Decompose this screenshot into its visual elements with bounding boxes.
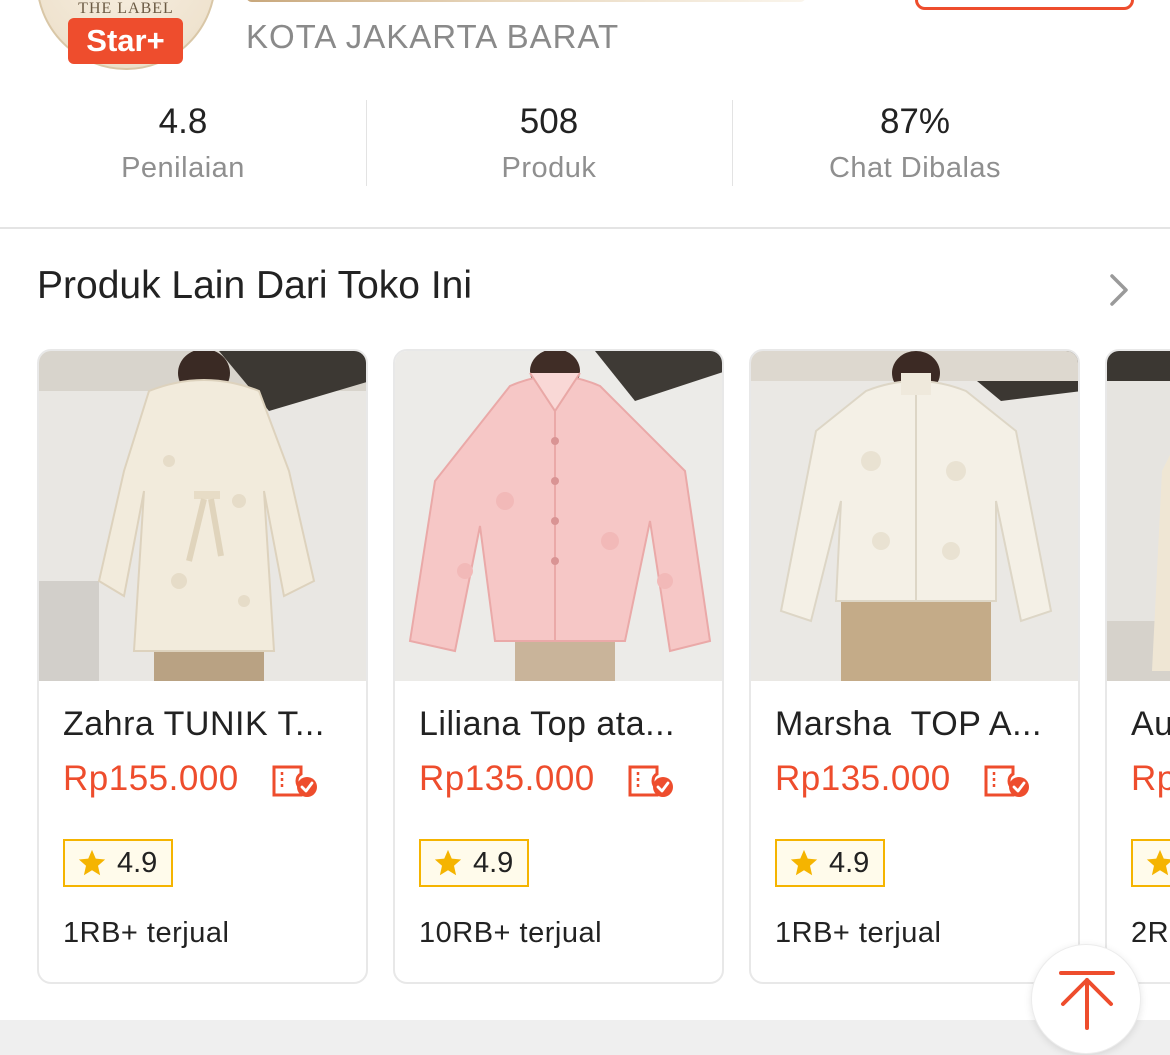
product-image[interactable] [751,351,1078,681]
rating-badge [1131,839,1170,887]
product-sold-count: 1RB+ terjual [775,917,942,949]
rating-value: 4.9 [117,846,158,879]
stat-products[interactable]: 508 Produk [366,100,732,186]
star-icon [78,849,106,876]
product-card[interactable]: Liliana Top ata... Rp135.000 4.9 10RB+ t… [393,349,724,984]
stat-value: 87% [879,102,951,141]
follow-button[interactable] [915,0,1134,10]
star-plus-badge: Star+ [68,18,183,64]
chevron-right-icon[interactable] [1104,272,1132,308]
product-title: Au [1131,705,1170,743]
product-price: Rp155.000 [63,759,239,798]
product-card[interactable]: Marsha TOP A... Rp135.000 4.9 1RB+ terju… [749,349,1080,984]
stat-value: 508 [519,102,579,141]
product-card[interactable]: Au Rp 2R [1105,349,1170,984]
product-sold-count: 10RB+ terjual [419,917,603,949]
stat-label: Penilaian [121,152,245,184]
product-title: Marsha TOP A... [775,705,1042,743]
product-title: Zahra TUNIK T... [63,705,325,743]
section-divider [0,227,1170,229]
product-image[interactable] [39,351,366,681]
rating-value: 4.9 [829,846,870,879]
star-icon [1146,849,1170,876]
shop-stats: 4.8 Penilaian 508 Produk 87% Chat Dibala… [0,100,1170,186]
product-price: Rp [1131,759,1170,798]
scroll-to-top-button[interactable] [1031,944,1141,1054]
voucher-check-icon [984,765,1029,797]
rating-badge: 4.9 [775,839,886,887]
stat-label: Chat Dibalas [828,152,1002,184]
rating-badge: 4.9 [63,839,174,887]
rating-value: 4.9 [473,846,514,879]
product-image[interactable] [395,351,722,681]
product-price: Rp135.000 [419,759,595,798]
shop-logo-text: THE LABEL [78,0,174,17]
voucher-check-icon [628,765,673,797]
voucher-check-icon [272,765,317,797]
rating-badge: 4.9 [419,839,530,887]
product-image[interactable] [1107,351,1170,681]
product-card[interactable]: Zahra TUNIK T... Rp155.000 4.9 1RB+ terj… [37,349,368,984]
star-icon [790,849,818,876]
product-title: Liliana Top ata... [419,705,675,743]
shop-header: THE LABEL Star+ KOTA JAKARTA BARAT [0,0,1170,70]
stat-label: Produk [501,152,597,184]
arrow-up-icon [1059,971,1115,1030]
product-sold-count: 2R [1131,917,1170,949]
product-sold-count: 1RB+ terjual [63,917,230,949]
section-title[interactable]: Produk Lain Dari Toko Ini [37,264,472,308]
shop-location: KOTA JAKARTA BARAT [246,18,620,55]
stat-rating[interactable]: 4.8 Penilaian [0,100,366,186]
stat-value: 4.8 [158,102,208,141]
star-icon [434,849,462,876]
stat-chat-reply[interactable]: 87% Chat Dibalas [732,100,1098,186]
shop-name-banner [246,0,806,2]
product-carousel[interactable]: Zahra TUNIK T... Rp155.000 4.9 1RB+ terj… [0,349,1170,985]
bottom-section-band [0,1020,1170,1055]
product-price: Rp135.000 [775,759,951,798]
